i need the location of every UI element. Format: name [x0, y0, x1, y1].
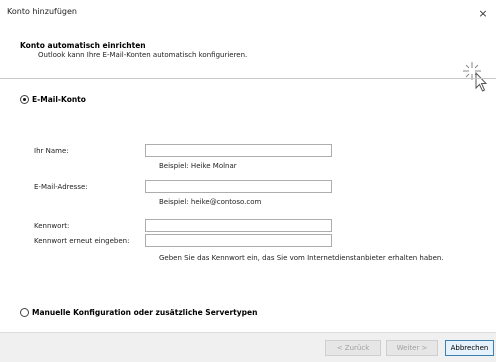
email-account-label[interactable]: E-Mail-Konto [32, 95, 86, 104]
header-divider [0, 78, 496, 79]
name-input[interactable] [145, 144, 332, 157]
window-title: Konto hinzufügen [7, 7, 77, 16]
password-confirm-label: Kennwort erneut eingeben: [34, 237, 130, 245]
next-button[interactable]: Weiter > [386, 340, 438, 356]
email-hint: Beispiel: heike@contoso.com [159, 198, 262, 206]
password-hint: Geben Sie das Kennwort ein, das Sie vom … [159, 254, 444, 262]
password-input[interactable] [145, 219, 332, 232]
close-icon[interactable]: × [470, 0, 496, 26]
email-label: E-Mail-Adresse: [34, 183, 88, 191]
email-account-radio[interactable] [20, 95, 29, 104]
manual-config-label[interactable]: Manuelle Konfiguration oder zusätzliche … [32, 308, 257, 317]
cancel-button[interactable]: Abbrechen [445, 340, 494, 356]
password-confirm-input[interactable] [145, 234, 332, 247]
dialog-footer: < Zurück Weiter > Abbrechen [0, 333, 496, 362]
password-label: Kennwort: [34, 222, 70, 230]
back-button[interactable]: < Zurück [325, 340, 381, 356]
cursor-sparkle-icon [463, 62, 488, 92]
header-subtitle: Outlook kann Ihre E-Mail-Konten automati… [38, 51, 248, 59]
name-label: Ihr Name: [34, 147, 69, 155]
manual-config-radio[interactable] [20, 308, 29, 317]
title-bar: Konto hinzufügen × [0, 0, 496, 26]
header-title: Konto automatisch einrichten [20, 41, 146, 50]
email-input[interactable] [145, 180, 332, 193]
name-hint: Beispiel: Heike Molnar [159, 162, 237, 170]
add-account-dialog: Konto hinzufügen × Konto automatisch ein… [0, 0, 496, 362]
dialog-header: Konto automatisch einrichten Outlook kan… [0, 26, 496, 92]
